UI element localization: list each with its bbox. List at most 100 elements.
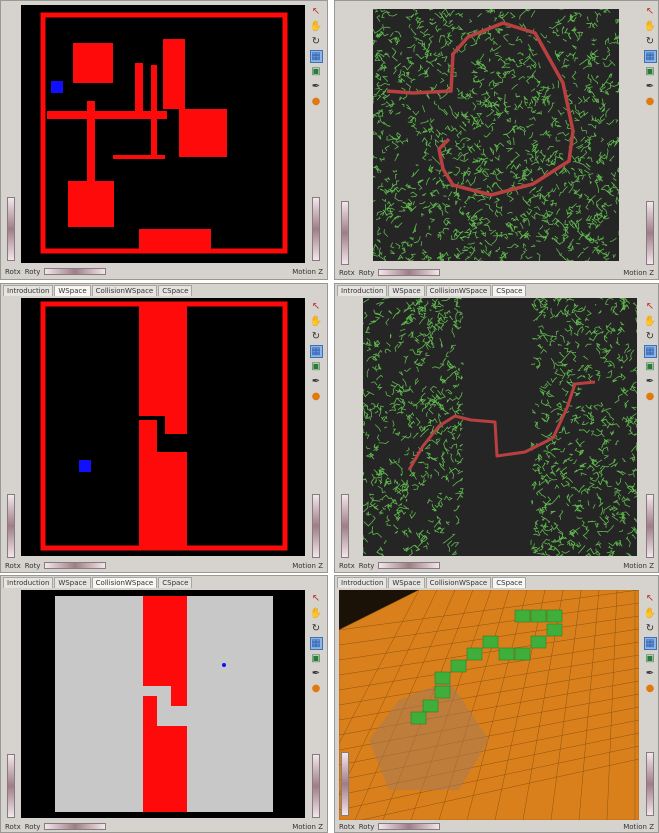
color-ball-icon[interactable]: ● (644, 95, 657, 108)
camera-icon[interactable]: ▣ (644, 360, 657, 373)
hand-icon[interactable]: ✋ (644, 20, 657, 33)
viewport[interactable] (21, 5, 305, 263)
roty-label: Roty (24, 822, 41, 831)
motion-z-label: Motion Z (623, 823, 654, 831)
viewport[interactable] (21, 590, 305, 818)
free-cell (434, 685, 451, 699)
pin-icon[interactable]: ✒ (310, 80, 323, 93)
camera-icon[interactable]: ▣ (310, 360, 323, 373)
tab-cspace[interactable]: CSpace (158, 577, 193, 588)
motion-z-label: Motion Z (623, 269, 654, 277)
left-zoom-slider[interactable] (341, 201, 349, 265)
toolbar: ↖ ✋ ↻ ▦ ▣ ✒ ● (308, 300, 324, 403)
rotate-icon[interactable]: ↻ (644, 35, 657, 48)
grid-view-icon[interactable]: ▦ (643, 345, 657, 358)
rotate-icon[interactable]: ↻ (644, 622, 657, 635)
pin-icon[interactable]: ✒ (644, 667, 657, 680)
pin-icon[interactable]: ✒ (644, 80, 657, 93)
robot (51, 81, 63, 93)
tab-introduction[interactable]: Introduction (3, 577, 54, 588)
tab-cspace[interactable]: CSpace (158, 285, 193, 296)
pin-icon[interactable]: ✒ (310, 667, 323, 680)
camera-icon[interactable]: ▣ (310, 65, 323, 78)
tab-wspace[interactable]: WSpace (388, 577, 425, 588)
color-ball-icon[interactable]: ● (310, 95, 323, 108)
pin-icon[interactable]: ✒ (310, 375, 323, 388)
rotation-slider[interactable] (378, 823, 441, 830)
obstacle (139, 420, 157, 452)
color-ball-icon[interactable]: ● (644, 390, 657, 403)
pointer-icon[interactable]: ↖ (644, 300, 657, 313)
tab-collisionwspace[interactable]: CollisionWSpace (425, 577, 492, 588)
free-cell (466, 647, 483, 661)
right-zoom-slider[interactable] (646, 201, 654, 265)
tab-collisionwspace[interactable]: CollisionWSpace (91, 285, 158, 296)
pin-icon[interactable]: ✒ (644, 375, 657, 388)
pointer-icon[interactable]: ↖ (310, 592, 323, 605)
pointer-icon[interactable]: ↖ (644, 592, 657, 605)
tab-cspace[interactable]: CSpace (492, 577, 527, 588)
rotation-slider[interactable] (44, 268, 107, 275)
color-ball-icon[interactable]: ● (310, 682, 323, 695)
free-cell (450, 659, 467, 673)
viewport[interactable] (339, 590, 639, 820)
camera-icon[interactable]: ▣ (310, 652, 323, 665)
tab-wspace[interactable]: WSpace (54, 577, 91, 588)
motion-z-label: Motion Z (292, 562, 323, 570)
left-zoom-slider[interactable] (7, 197, 15, 261)
obstacle (143, 726, 187, 812)
grid-view-icon[interactable]: ▦ (309, 637, 323, 650)
tab-wspace[interactable]: WSpace (54, 285, 91, 296)
tab-wspace[interactable]: WSpace (388, 285, 425, 296)
viewport[interactable] (363, 298, 637, 556)
grid-view-icon[interactable]: ▦ (643, 50, 657, 63)
obstacle (171, 686, 187, 706)
right-zoom-slider[interactable] (312, 197, 320, 261)
obstacle (139, 304, 187, 416)
right-zoom-slider[interactable] (646, 752, 654, 816)
pointer-icon[interactable]: ↖ (310, 300, 323, 313)
obstacle (139, 229, 211, 253)
rotation-slider[interactable] (378, 562, 441, 569)
right-zoom-slider[interactable] (312, 494, 320, 558)
left-zoom-slider[interactable] (7, 494, 15, 558)
rotate-icon[interactable]: ↻ (310, 330, 323, 343)
rotate-icon[interactable]: ↻ (644, 330, 657, 343)
left-zoom-slider[interactable] (341, 752, 349, 816)
right-zoom-slider[interactable] (646, 494, 654, 558)
grid-view-icon[interactable]: ▦ (309, 50, 323, 63)
left-zoom-slider[interactable] (341, 494, 349, 558)
bottom-bar: Rotx Roty (339, 267, 441, 278)
grid-view-icon[interactable]: ▦ (309, 345, 323, 358)
hand-icon[interactable]: ✋ (310, 315, 323, 328)
camera-icon[interactable]: ▣ (644, 65, 657, 78)
hand-icon[interactable]: ✋ (310, 607, 323, 620)
hand-icon[interactable]: ✋ (644, 315, 657, 328)
hand-icon[interactable]: ✋ (644, 607, 657, 620)
tab-collisionwspace[interactable]: CollisionWSpace (425, 285, 492, 296)
hand-icon[interactable]: ✋ (310, 20, 323, 33)
grid-view-icon[interactable]: ▦ (643, 637, 657, 650)
roty-label: Roty (358, 561, 375, 570)
tab-introduction[interactable]: Introduction (337, 285, 388, 296)
pointer-icon[interactable]: ↖ (644, 5, 657, 18)
tab-introduction[interactable]: Introduction (3, 285, 54, 296)
rotation-slider[interactable] (44, 562, 107, 569)
viewport[interactable] (21, 298, 305, 556)
tab-collisionwspace[interactable]: CollisionWSpace (91, 577, 158, 588)
left-zoom-slider[interactable] (7, 754, 15, 818)
right-zoom-slider[interactable] (312, 754, 320, 818)
rotation-slider[interactable] (44, 823, 107, 830)
motion-z-label: Motion Z (623, 562, 654, 570)
rotation-slider[interactable] (378, 269, 441, 276)
color-ball-icon[interactable]: ● (644, 682, 657, 695)
rotate-icon[interactable]: ↻ (310, 35, 323, 48)
viewport[interactable] (373, 9, 619, 261)
tab-cspace[interactable]: CSpace (492, 285, 527, 296)
camera-icon[interactable]: ▣ (644, 652, 657, 665)
color-ball-icon[interactable]: ● (310, 390, 323, 403)
cspace-panel-2: ↖ ✋ ↻ ▦ ▣ ✒ ● Rotx Roty Motion Z (334, 0, 659, 280)
tab-introduction[interactable]: Introduction (337, 577, 388, 588)
pointer-icon[interactable]: ↖ (310, 5, 323, 18)
rotate-icon[interactable]: ↻ (310, 622, 323, 635)
